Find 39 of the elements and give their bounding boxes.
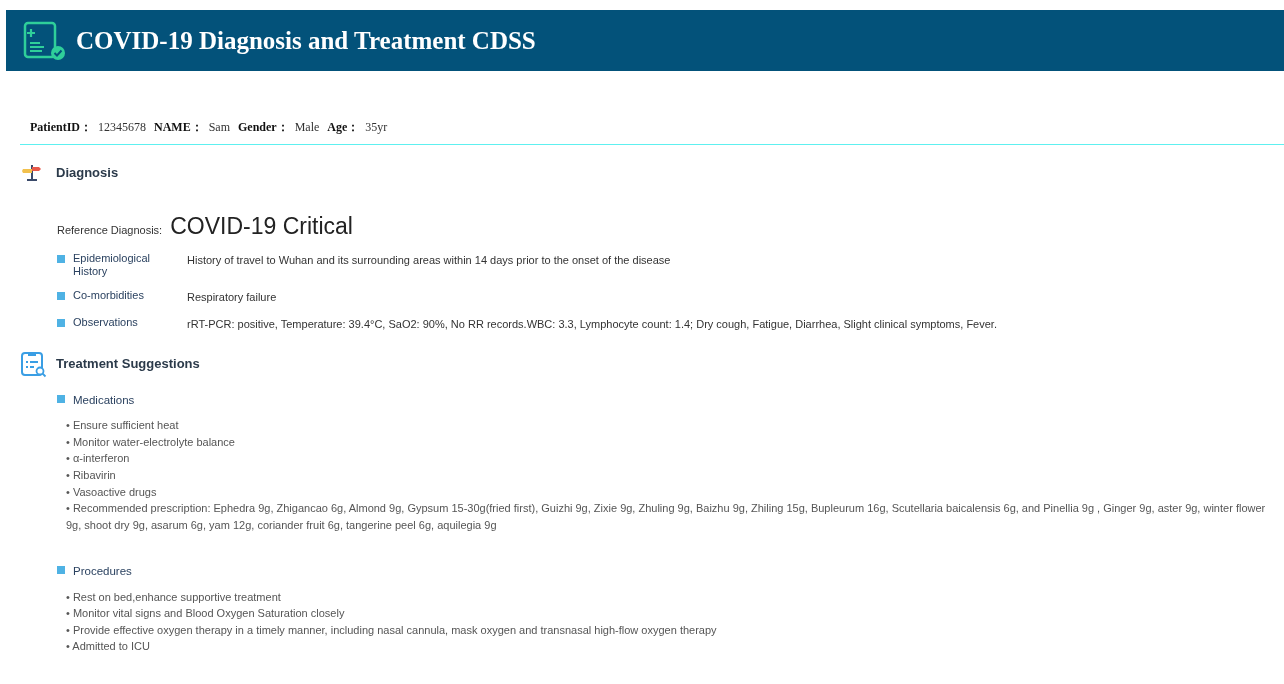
section-heading: Diagnosis — [56, 164, 119, 183]
clipboard-check-icon — [22, 20, 66, 61]
field-label: Gender： — [238, 119, 289, 136]
list-item: • Monitor water-electrolyte balance — [66, 434, 236, 450]
list-item: • Admitted to ICU — [66, 639, 151, 655]
square-bullet-icon — [57, 254, 65, 263]
square-bullet-icon — [57, 566, 65, 575]
list-item: • Ensure sufficient heat — [66, 418, 180, 434]
signpost-icon — [22, 163, 42, 183]
list-item: • Monitor vital signs and Blood Oxygen Saturation closely — [66, 606, 346, 622]
list-item: • α-interferon — [66, 451, 131, 467]
field-value: 35yr — [365, 119, 388, 136]
field-value: Sam — [208, 119, 230, 136]
list-item: • Recommended prescription: Ephedra 9g, Zhigancao 6g, Almond 9g, Gypsum 15-30g(fried first), Guizhi 9g, Zixie 9g, Zhuling 9g, Baizhu 9g, Zhiling 15g, Bupleurum 16g, Scutellaria baicalensis 6g, and Pinellia 9g , Ginger 9g, aster 9g, winter flower 9g, shoot dry 9g, asarum 6g, yam 12g, coriander fruit 6g, tangerine peel 6g, aquilegia 9g — [66, 501, 1267, 533]
row-text: History of travel to Wuhan and its surrounding areas within 14 days prior to the onset of the disease — [187, 252, 671, 268]
field-value: Male — [294, 119, 320, 136]
field-label: PatientID： — [30, 119, 92, 136]
row-text: rRT-PCR: positive, Temperature: 39.4°C, SaO2: 90%, No RR records.WBC: 3.3, Lymphocyte count: 1.4; Dry cough, Fatigue, Diarrhea, Slight clinical symptoms, Fever. — [187, 316, 997, 332]
row-label: Epidemiological History — [73, 251, 152, 279]
section-heading: Treatment Suggestions — [56, 355, 200, 374]
square-bullet-icon — [57, 395, 65, 403]
square-bullet-icon — [57, 318, 65, 327]
clipboard-search-icon — [20, 350, 48, 378]
subsection-title: Medications — [73, 393, 135, 408]
row-text: Respiratory failure — [187, 290, 277, 305]
list-item: • Vasoactive drugs — [66, 484, 158, 500]
field-label: Age： — [327, 119, 360, 136]
list-item: • Ribavirin — [66, 468, 117, 484]
row-label: Co-morbidities — [73, 289, 145, 303]
list-item: • Rest on bed,enhance supportive treatment — [66, 589, 282, 605]
subsection-title: Procedures — [73, 564, 132, 580]
app-title: COVID-19 Diagnosis and Treatment CDSS — [76, 25, 536, 56]
reference-diagnosis: COVID-19 Critical — [170, 212, 353, 241]
list-item: • Provide effective oxygen therapy in a timely manner, including nasal cannula, mask oxygen and transnasal high-flow oxygen therapy — [66, 622, 718, 638]
field-value: 12345678 — [98, 119, 146, 136]
reference-label: Reference Diagnosis: — [57, 223, 163, 238]
row-label: Observations — [73, 315, 139, 330]
field-label: NAME： — [154, 119, 203, 136]
square-bullet-icon — [57, 292, 65, 300]
